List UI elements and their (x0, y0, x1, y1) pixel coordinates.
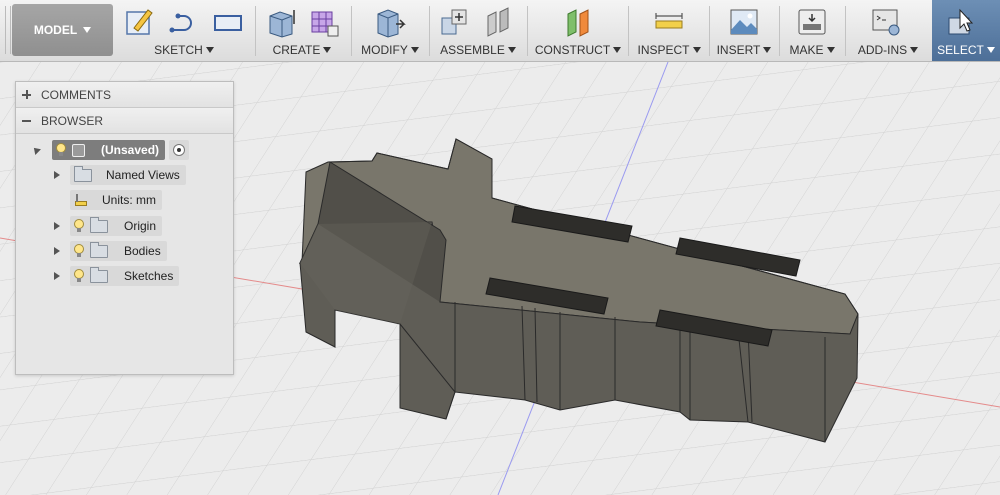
assemble-group[interactable]: ASSEMBLE (430, 0, 526, 61)
chevron-down-icon (507, 47, 516, 53)
modify-group[interactable]: MODIFY (352, 0, 428, 61)
root-component[interactable]: (Unsaved) (52, 140, 166, 160)
expand-arrow-icon[interactable] (54, 272, 60, 280)
visibility-bulb-icon[interactable] (74, 219, 84, 233)
origin-label: Origin (124, 219, 157, 233)
browser-header[interactable]: BROWSER (16, 108, 233, 134)
browser-label: BROWSER (41, 113, 104, 128)
activate-component[interactable] (169, 140, 190, 160)
component-icon (72, 143, 85, 157)
tree-item-origin[interactable]: Origin (54, 216, 163, 236)
offset-plane-icon[interactable] (562, 6, 594, 38)
chevron-down-icon (83, 27, 92, 33)
toolbar: MODEL SKETCH CREATE MODIFY ASSEMBLE CONS… (0, 0, 1000, 62)
modify-menu-label: MODIFY (361, 43, 408, 57)
toolbar-grip[interactable] (5, 6, 11, 54)
select-menu-label: SELECT (937, 43, 984, 57)
active-radio-icon[interactable] (173, 144, 186, 156)
inspect-menu-label: INSPECT (637, 43, 690, 57)
bodies-label: Bodies (124, 244, 161, 258)
insert-menu-label: INSERT (716, 43, 761, 57)
new-component-icon[interactable] (438, 6, 470, 38)
chevron-down-icon (910, 47, 919, 53)
extrude-icon[interactable] (266, 6, 298, 38)
comments-label: COMMENTS (41, 87, 111, 102)
chevron-down-icon (692, 47, 701, 53)
collapse-arrow-icon[interactable] (31, 145, 41, 155)
form-icon[interactable] (308, 6, 340, 38)
expand-arrow-icon[interactable] (54, 171, 60, 179)
named-views-node[interactable]: Named Views (70, 165, 186, 185)
sketch-group[interactable]: SKETCH (118, 0, 250, 61)
expand-plus-icon[interactable] (22, 90, 31, 99)
create-group[interactable]: CREATE (256, 0, 348, 61)
folder-icon (90, 266, 108, 283)
chevron-down-icon (410, 47, 419, 53)
workspace-label: MODEL (33, 23, 78, 37)
addins-group[interactable]: ADD-INS (846, 0, 930, 61)
tree-item-units[interactable]: Units: mm (70, 190, 162, 210)
press-pull-icon[interactable] (374, 6, 406, 38)
named-views-label: Named Views (106, 168, 180, 182)
select-cursor-icon[interactable] (946, 6, 978, 38)
visibility-bulb-icon[interactable] (56, 143, 66, 157)
scripts-addins-icon[interactable] (870, 6, 902, 38)
insert-image-icon[interactable] (728, 6, 760, 38)
joint-icon[interactable] (482, 6, 514, 38)
rectangle-sketch-icon[interactable] (212, 6, 244, 38)
insert-group[interactable]: INSERT (710, 0, 778, 61)
browser-panel: COMMENTS BROWSER (Unsaved) Named Views U… (15, 81, 234, 375)
chevron-down-icon (763, 47, 772, 53)
folder-icon (74, 165, 92, 182)
select-group[interactable]: SELECT (932, 0, 1000, 61)
assemble-menu-label: ASSEMBLE (440, 43, 505, 57)
tree-item-sketches[interactable]: Sketches (54, 266, 180, 286)
construct-group[interactable]: CONSTRUCT (528, 0, 628, 61)
folder-icon (90, 216, 108, 233)
make-group[interactable]: MAKE (780, 0, 844, 61)
create-menu-label: CREATE (272, 43, 321, 57)
units-label: Units: mm (102, 193, 156, 207)
comments-header[interactable]: COMMENTS (16, 82, 233, 108)
sketch-menu-label: SKETCH (154, 43, 203, 57)
tree-item-bodies[interactable]: Bodies (54, 241, 167, 261)
expand-arrow-icon[interactable] (54, 247, 60, 255)
sketches-node[interactable]: Sketches (70, 266, 180, 286)
chevron-down-icon (323, 47, 332, 53)
root-component-label: (Unsaved) (101, 143, 160, 157)
units-node[interactable]: Units: mm (70, 190, 162, 210)
visibility-bulb-icon[interactable] (74, 269, 84, 283)
bodies-node[interactable]: Bodies (70, 241, 167, 261)
construct-menu-label: CONSTRUCT (534, 43, 611, 57)
measure-icon[interactable] (653, 6, 685, 38)
expand-arrow-icon[interactable] (54, 222, 60, 230)
workspace-switcher[interactable]: MODEL (12, 4, 113, 56)
collapse-minus-icon[interactable] (22, 116, 31, 125)
chevron-down-icon (986, 47, 995, 53)
inspect-group[interactable]: INSPECT (629, 0, 709, 61)
addins-menu-label: ADD-INS (857, 43, 908, 57)
tree-item-named-views[interactable]: Named Views (54, 165, 186, 185)
3d-print-icon[interactable] (796, 6, 828, 38)
line-sketch-icon[interactable] (168, 6, 200, 38)
make-menu-label: MAKE (789, 43, 824, 57)
visibility-bulb-icon[interactable] (74, 244, 84, 258)
origin-node[interactable]: Origin (70, 216, 163, 236)
folder-icon (90, 241, 108, 258)
chevron-down-icon (205, 47, 214, 53)
create-sketch-icon[interactable] (124, 6, 156, 38)
sketches-label: Sketches (124, 269, 174, 283)
chevron-down-icon (613, 47, 622, 53)
tree-root-row[interactable]: (Unsaved) (31, 140, 190, 160)
units-ruler-icon (74, 194, 88, 206)
chevron-down-icon (826, 47, 835, 53)
